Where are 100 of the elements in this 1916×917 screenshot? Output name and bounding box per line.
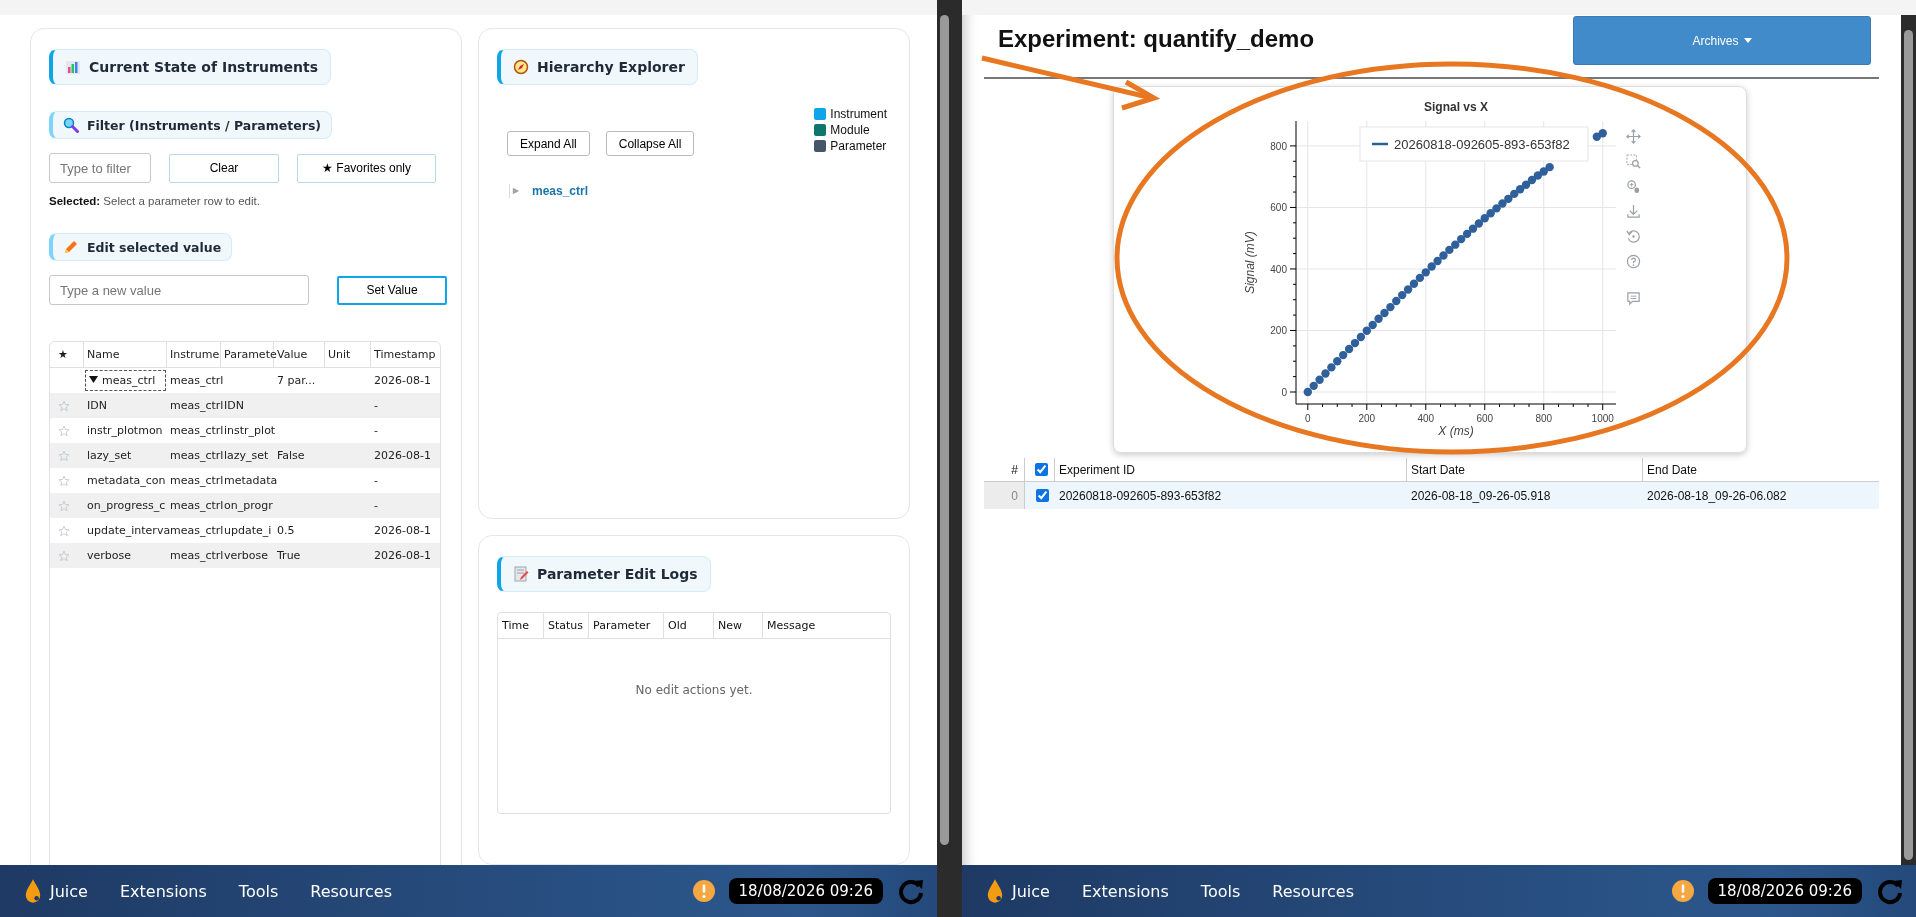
- data-point: [1432, 256, 1442, 266]
- compass-icon: [513, 59, 529, 75]
- data-point: [1344, 344, 1353, 354]
- legend-label: 20260818-092605-893-653f82: [1393, 137, 1570, 152]
- comment-icon[interactable]: [1625, 291, 1641, 306]
- refresh-icon[interactable]: [897, 877, 925, 905]
- data-point: [1415, 273, 1424, 283]
- star-icon[interactable]: [58, 424, 70, 437]
- brand-link[interactable]: Juice: [1012, 881, 1050, 901]
- bar-chart-icon: [65, 59, 81, 75]
- column-header[interactable]: Instrume: [167, 342, 221, 367]
- menu-item[interactable]: Tools: [238, 881, 279, 901]
- warning-icon[interactable]: [1671, 880, 1694, 902]
- favorites-button[interactable]: ★ Favorites only: [297, 153, 436, 183]
- reset-icon[interactable]: [1625, 229, 1641, 244]
- data-point: [1515, 185, 1524, 194]
- data-point: [1320, 369, 1330, 378]
- data-point: [1444, 245, 1454, 255]
- menu-item[interactable]: Extensions: [1081, 881, 1169, 901]
- data-point: [1592, 132, 1601, 141]
- value-field[interactable]: Type a new value: [49, 275, 309, 305]
- menu-item[interactable]: Extensions: [119, 881, 207, 901]
- table-cell-text: IDN: [86, 399, 108, 412]
- tree-node[interactable]: meas_ctrl: [532, 184, 589, 198]
- star-icon[interactable]: [58, 449, 70, 462]
- column-header[interactable]: Old: [664, 612, 714, 638]
- expand-triangle-icon[interactable]: [512, 187, 520, 195]
- table-cell-text: on_progress_c: [86, 499, 167, 512]
- table-cell-text: 2026-08-1: [373, 374, 432, 387]
- section-heading: Edit selected value: [49, 233, 233, 261]
- star-icon[interactable]: [58, 474, 70, 487]
- column-header[interactable]: New: [714, 612, 763, 638]
- download-icon[interactable]: [1625, 204, 1641, 219]
- star-icon[interactable]: [58, 524, 70, 537]
- column-header[interactable]: Timestamp: [371, 342, 440, 367]
- star-icon[interactable]: [58, 549, 70, 562]
- column-header[interactable]: Message: [763, 612, 890, 638]
- x-axis-label: X (ms): [1437, 424, 1474, 438]
- data-point: [1539, 167, 1548, 176]
- axis-tick-label: 400: [1416, 413, 1434, 424]
- caret-icon: [1743, 38, 1752, 43]
- table-cell-text: IDN: [223, 399, 245, 412]
- filter-field[interactable]: Type to filter: [49, 153, 151, 183]
- column-header[interactable]: Experiment ID: [1055, 458, 1407, 481]
- menu-item[interactable]: Resources: [1272, 881, 1354, 901]
- section-heading: Current State of Instruments: [49, 49, 332, 85]
- box-zoom-icon[interactable]: [1625, 154, 1641, 169]
- axis-tick-label: 1000: [1591, 413, 1614, 424]
- column-header[interactable]: Name: [84, 342, 167, 367]
- menu-item[interactable]: Resources: [310, 881, 392, 901]
- table-cell-text: meas_ctrl: [169, 399, 221, 412]
- table-cell-text: lazy_set: [223, 449, 270, 462]
- data-point: [1326, 363, 1336, 372]
- brand-link[interactable]: Juice: [50, 881, 88, 901]
- table-cell-text: 2026-08-18_09-26-05.918: [1410, 487, 1552, 505]
- selected-text: Selected: Select a parameter row to edit.: [49, 195, 260, 207]
- archives-button[interactable]: Archives: [1573, 16, 1871, 65]
- tree-button[interactable]: Expand All: [507, 131, 590, 156]
- row-checkbox[interactable]: [1035, 489, 1049, 502]
- warning-icon[interactable]: [692, 880, 715, 902]
- refresh-icon[interactable]: [1876, 877, 1904, 905]
- data-point: [1403, 285, 1412, 294]
- data-point: [1503, 194, 1513, 204]
- tree-button[interactable]: Collapse All: [605, 131, 695, 156]
- drop-icon[interactable]: [24, 878, 42, 904]
- data-point: [1527, 175, 1536, 185]
- help-icon[interactable]: [1625, 254, 1641, 269]
- column-header[interactable]: Unit: [325, 342, 371, 367]
- axis-tick-label: 600: [1269, 202, 1287, 214]
- set-value-button[interactable]: Set Value: [337, 275, 447, 305]
- column-header[interactable]: Time: [498, 612, 544, 638]
- axis-tick-label: 600: [1475, 413, 1493, 424]
- wheel-zoom-icon[interactable]: [1625, 179, 1641, 194]
- table-cell-text: 20260818-092605-893-653f82: [1058, 487, 1223, 505]
- select-all-checkbox[interactable]: [1035, 463, 1048, 476]
- data-point: [1409, 279, 1418, 288]
- data-point: [1356, 332, 1365, 342]
- table-row[interactable]: 0 20260818-092605-893-653f82 2026-08-18_09-26-05.918 2026-08-18_09-26-06.082: [984, 482, 1879, 509]
- column-header[interactable]: Start Date: [1407, 458, 1643, 481]
- clear-button[interactable]: Clear: [169, 153, 279, 183]
- data-point: [1350, 338, 1359, 348]
- pan-icon[interactable]: [1625, 129, 1641, 144]
- table-cell-text: instr_plotmon: [86, 424, 164, 437]
- column-header[interactable]: Status: [544, 612, 589, 638]
- scrollbar[interactable]: [1901, 15, 1916, 865]
- collapse-triangle-icon[interactable]: [89, 375, 98, 384]
- star-icon[interactable]: [58, 499, 70, 512]
- column-header[interactable]: ★: [50, 342, 84, 367]
- column-header[interactable]: Parameter: [589, 612, 664, 638]
- menu-item[interactable]: Tools: [1200, 881, 1241, 901]
- data-point: [1426, 262, 1436, 271]
- column-header[interactable]: End Date: [1643, 458, 1879, 481]
- y-axis-label: Signal (mV): [1242, 231, 1257, 294]
- magnifier-icon: [63, 117, 79, 133]
- table-cell-text: True: [276, 549, 302, 562]
- star-icon[interactable]: [58, 399, 70, 412]
- table-cell-text: -: [373, 424, 379, 437]
- row-index: 0: [984, 482, 1025, 509]
- data-point: [1491, 204, 1501, 213]
- drop-icon[interactable]: [986, 878, 1004, 904]
